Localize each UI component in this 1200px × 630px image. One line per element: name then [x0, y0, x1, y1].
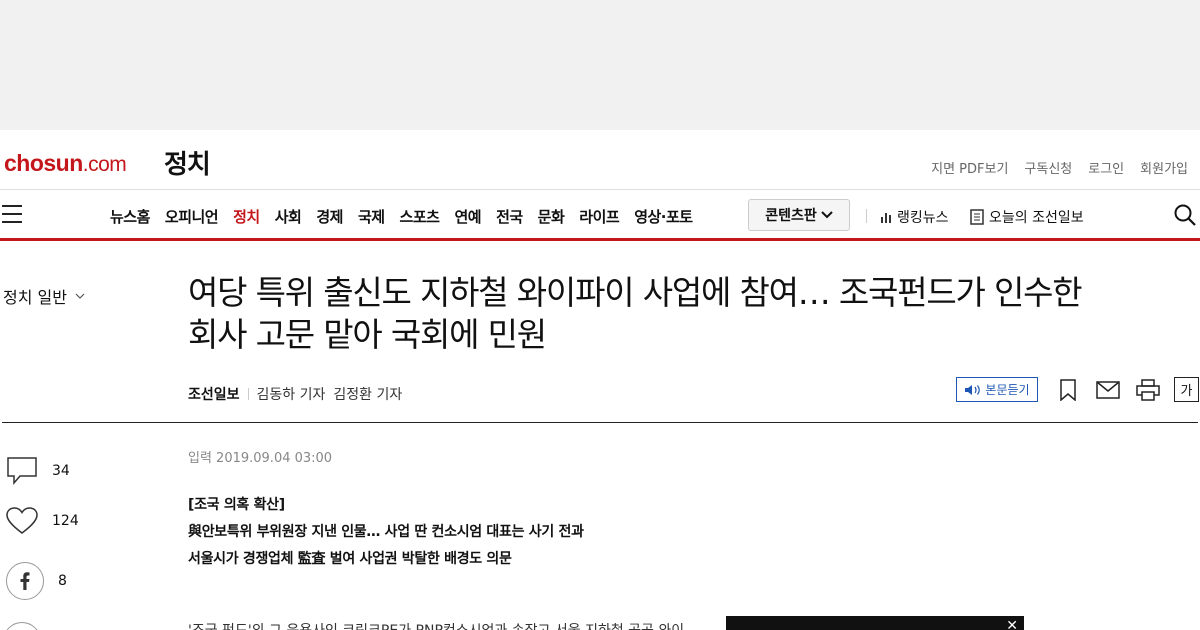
- listen-article-label: 본문듣기: [985, 383, 1030, 397]
- search-icon[interactable]: [1173, 203, 1197, 227]
- publish-date: 입력 2019.09.04 03:00: [188, 451, 333, 466]
- article-tools: 본문듣기 가: [956, 377, 1199, 402]
- comment-count: 34: [52, 463, 70, 479]
- print-icon: [1136, 378, 1160, 401]
- author-name[interactable]: 김동하 기자: [257, 384, 326, 404]
- email-button[interactable]: [1096, 378, 1120, 402]
- nav-item-sports[interactable]: 스포츠: [400, 206, 440, 227]
- nav-item-life[interactable]: 라이프: [579, 206, 619, 227]
- bookmark-button[interactable]: [1056, 378, 1080, 402]
- mail-icon: [1096, 380, 1120, 399]
- today-paper-label: 오늘의 조선일보: [989, 210, 1084, 226]
- subhead-line: [조국 의혹 확산]: [188, 497, 285, 513]
- utility-links: 지면 PDF보기 구독신청 로그인 회원가입: [931, 158, 1188, 177]
- today-paper-link[interactable]: 오늘의 조선일보: [970, 207, 1084, 227]
- comment-action[interactable]: 34: [6, 456, 79, 486]
- subscribe-link[interactable]: 구독신청: [1024, 158, 1072, 177]
- byline-separator: [247, 388, 249, 400]
- share-more-button[interactable]: [3, 622, 41, 630]
- like-action[interactable]: 124: [6, 506, 79, 536]
- chevron-down-icon: [75, 293, 85, 299]
- social-actions: 34 124 8: [6, 456, 79, 616]
- ranking-news-label: 랭킹뉴스: [897, 210, 949, 226]
- bar-chart-icon: [881, 213, 891, 223]
- nav-divider: [866, 209, 867, 223]
- article-subheads: [조국 의혹 확산] 與안보특위 부위원장 지낸 인물… 사업 딴 컨소시엄 대…: [188, 492, 584, 573]
- header-rule: [2, 422, 1198, 423]
- section-title[interactable]: 정치: [164, 144, 211, 181]
- login-link[interactable]: 로그인: [1088, 158, 1124, 177]
- content-board-button[interactable]: 콘텐츠판: [748, 199, 850, 231]
- author-name[interactable]: 김정환 기자: [333, 384, 402, 404]
- nav-item-news-home[interactable]: 뉴스홈: [110, 206, 150, 227]
- nav-item-entertainment[interactable]: 연예: [454, 206, 481, 227]
- author-list: 김동하 기자 김정환 기자: [257, 384, 403, 404]
- article-body: '조국 펀드'의 그 운용사인 코링크PE가 PNP컨소시엄과 손잡고 서울 지…: [188, 620, 728, 630]
- facebook-icon: [6, 562, 44, 600]
- nav-items: 뉴스홈 오피니언 정치 사회 경제 국제 스포츠 연예 전국 문화 라이프 영상…: [110, 206, 693, 227]
- ad-banner-area: [0, 0, 1200, 130]
- subhead-line: 서울시가 경쟁업체 監査 벌여 사업권 박탈한 배경도 의문: [188, 551, 512, 567]
- nav-item-video-photo[interactable]: 영상·포토: [634, 206, 693, 227]
- nav-item-opinion[interactable]: 오피니언: [165, 206, 219, 227]
- masthead: chosun.com 정치 지면 PDF보기 구독신청 로그인 회원가입: [0, 130, 1200, 190]
- bookmark-icon: [1060, 378, 1076, 401]
- headline-line-1: 여당 특위 출신도 지하철 와이파이 사업에 참여… 조국펀드가 인수한: [188, 273, 1083, 312]
- menu-icon[interactable]: [2, 205, 22, 223]
- floating-video-player[interactable]: ✕: [726, 616, 1024, 630]
- print-button[interactable]: [1136, 378, 1160, 402]
- nav-item-politics[interactable]: 정치: [233, 206, 260, 227]
- comment-icon: [7, 457, 37, 486]
- category-label: 정치 일반: [3, 288, 67, 307]
- main-navigation: 뉴스홈 오피니언 정치 사회 경제 국제 스포츠 연예 전국 문화 라이프 영상…: [0, 191, 1200, 241]
- facebook-share-count: 8: [58, 573, 67, 589]
- article-headline: 여당 특위 출신도 지하철 와이파이 사업에 참여… 조국펀드가 인수한 회사 …: [188, 272, 1188, 356]
- publisher-name[interactable]: 조선일보: [188, 384, 240, 404]
- chosun-logo[interactable]: chosun.com: [4, 150, 127, 177]
- signup-link[interactable]: 회원가입: [1140, 158, 1188, 177]
- facebook-share[interactable]: 8: [6, 562, 79, 600]
- headline-line-2: 회사 고문 맡아 국회에 민원: [188, 315, 547, 354]
- heart-icon: [6, 507, 38, 534]
- close-icon[interactable]: ✕: [1006, 618, 1018, 630]
- subhead-line: 與안보특위 부위원장 지낸 인물… 사업 딴 컨소시엄 대표는 사기 전과: [188, 524, 584, 540]
- nav-item-culture[interactable]: 문화: [538, 206, 565, 227]
- nav-item-national[interactable]: 전국: [496, 206, 523, 227]
- speaker-icon: [965, 384, 981, 395]
- chevron-down-icon: [821, 211, 833, 219]
- nav-item-economy[interactable]: 경제: [316, 206, 343, 227]
- listen-article-button[interactable]: 본문듣기: [956, 377, 1038, 402]
- nav-item-international[interactable]: 국제: [358, 206, 385, 227]
- font-size-button[interactable]: 가: [1174, 377, 1199, 402]
- like-count: 124: [52, 513, 79, 529]
- pdf-view-link[interactable]: 지면 PDF보기: [931, 158, 1008, 177]
- byline: 조선일보 김동하 기자 김정환 기자: [188, 384, 402, 404]
- nav-item-society[interactable]: 사회: [275, 206, 302, 227]
- content-board-label: 콘텐츠판: [765, 208, 817, 224]
- ranking-news-link[interactable]: 랭킹뉴스: [880, 207, 949, 227]
- newspaper-icon: [970, 209, 984, 225]
- category-dropdown[interactable]: 정치 일반: [3, 284, 85, 308]
